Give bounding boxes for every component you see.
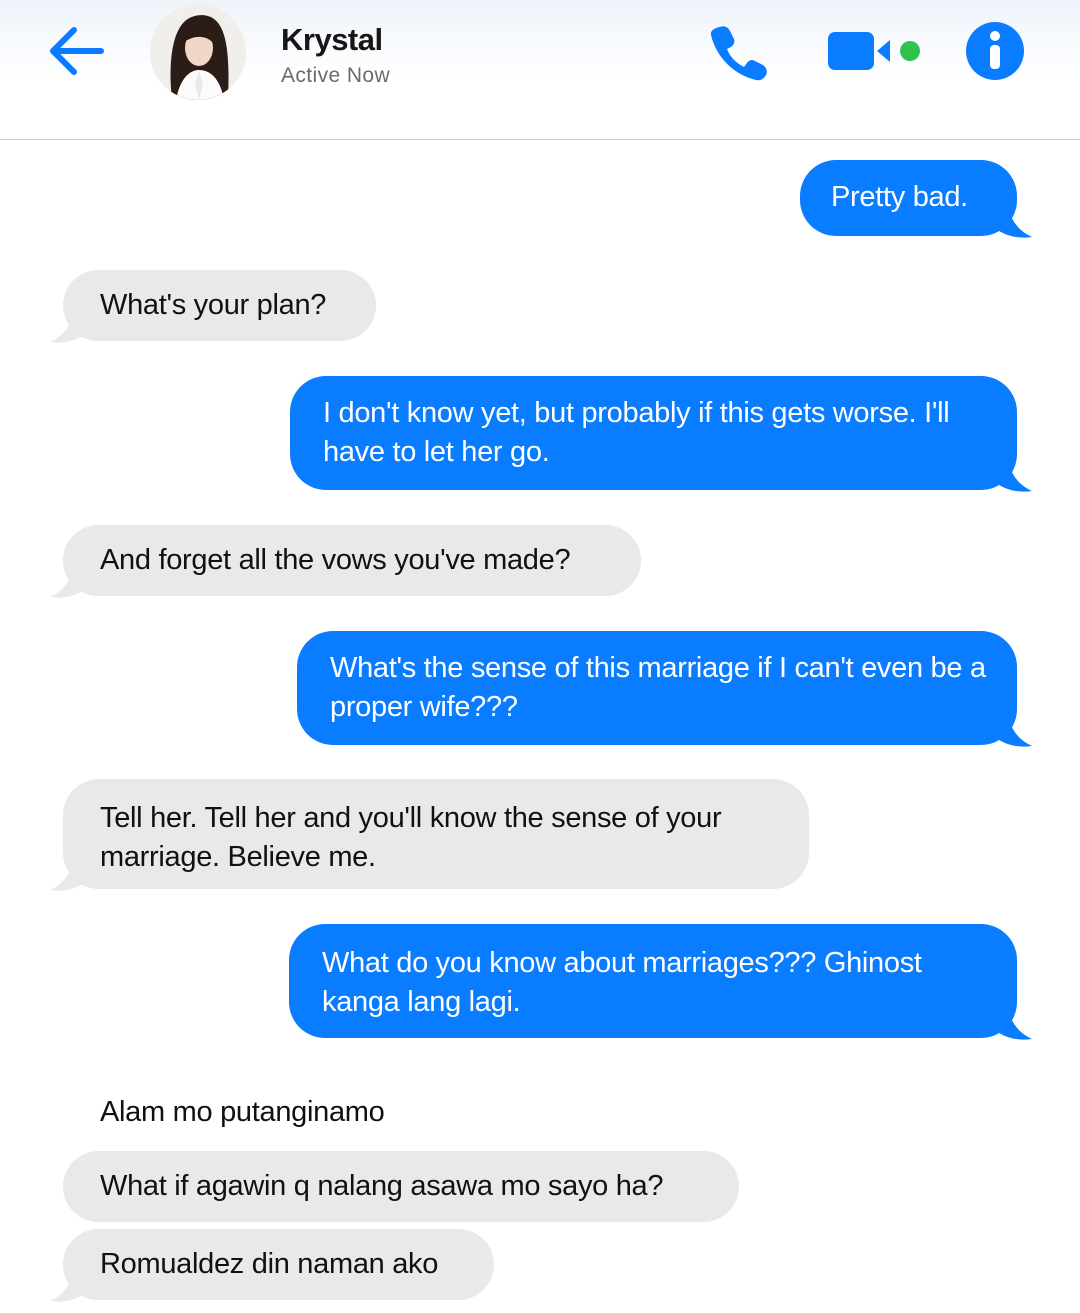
message-thread[interactable]: Pretty bad. What's your plan? I don't kn… [0,141,1080,1313]
active-status: Active Now [281,64,391,87]
bubble-tail [50,310,86,343]
bubble-tail [996,459,1032,492]
bubble-tail [996,205,1032,238]
bubble-tail [50,858,86,891]
message-text: Pretty bad. [831,181,968,213]
incoming-message[interactable]: And forget all the vows you've made? [63,525,641,596]
incoming-message[interactable]: What's your plan? [63,270,376,341]
info-button[interactable] [960,20,1030,86]
bubble-tail [50,1269,86,1302]
message-text: Tell her. Tell her and you'll know the s… [100,802,722,873]
message-text: Alam mo putanginamo [100,1096,385,1128]
bubble-tail [996,714,1032,747]
message-text: What do you know about marriages??? Ghin… [322,947,922,1018]
chat-header: Krystal Active Now [0,0,1080,140]
outgoing-message[interactable]: What do you know about marriages??? Ghin… [289,924,1017,1038]
message-text: And forget all the vows you've made? [100,544,571,576]
info-icon [964,20,1026,87]
outgoing-message[interactable]: What's the sense of this marriage if I c… [297,631,1017,745]
incoming-message[interactable]: Romualdez din naman ako [63,1229,494,1300]
video-call-button[interactable] [822,26,926,80]
avatar[interactable] [150,4,246,100]
phone-icon [706,21,770,86]
outgoing-message[interactable]: I don't know yet, but probably if this g… [290,376,1017,490]
message-text: What's your plan? [100,289,327,321]
incoming-message[interactable]: Alam mo putanginamo [100,1093,385,1133]
back-arrow-icon [47,24,107,83]
outgoing-message[interactable]: Pretty bad. [800,160,1017,236]
call-button[interactable] [702,20,774,86]
back-button[interactable] [44,22,110,84]
video-camera-icon [824,26,924,81]
message-text: I don't know yet, but probably if this g… [323,397,950,468]
bubble-tail [50,565,86,598]
bubble-tail [996,1007,1032,1040]
message-text: Romualdez din naman ako [100,1248,439,1280]
message-text: What if agawin q nalang asawa mo sayo ha… [100,1170,664,1202]
incoming-message[interactable]: What if agawin q nalang asawa mo sayo ha… [63,1151,739,1222]
incoming-message[interactable]: Tell her. Tell her and you'll know the s… [63,779,809,889]
message-text: What's the sense of this marriage if I c… [330,652,986,723]
contact-name[interactable]: Krystal [281,22,383,58]
